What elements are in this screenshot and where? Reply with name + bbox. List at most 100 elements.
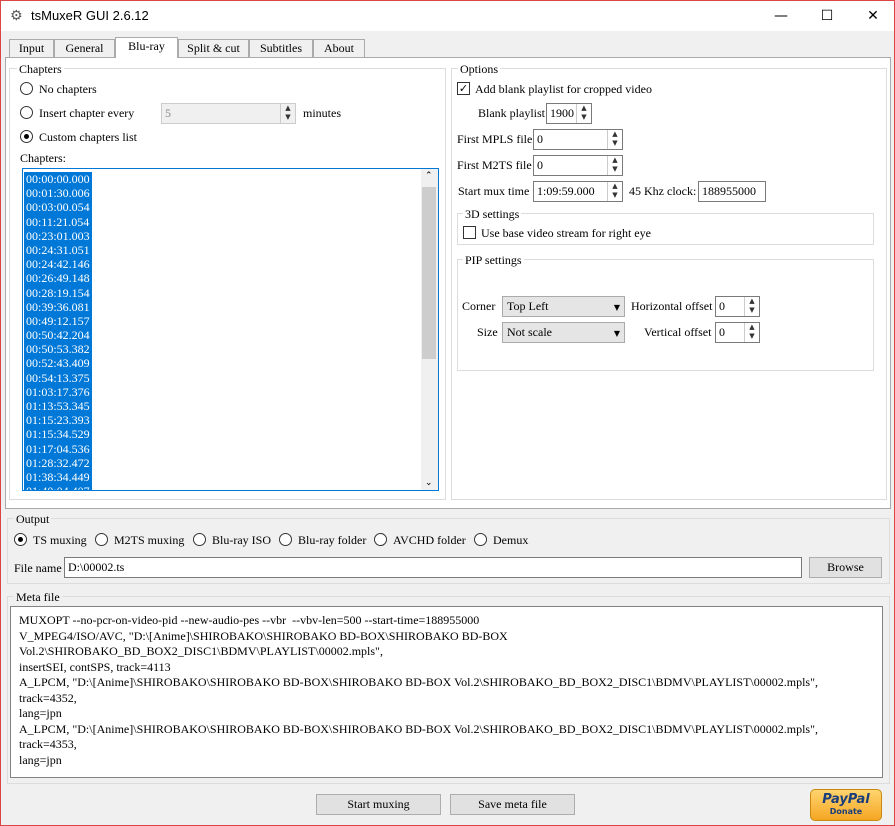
maximize-button[interactable]: ☐ bbox=[804, 1, 850, 31]
tab-blu-ray[interactable]: Blu-ray bbox=[115, 37, 178, 58]
insert-every-value: 5 bbox=[165, 106, 171, 120]
chapters-list-label: Chapters: bbox=[20, 151, 66, 165]
browse-button[interactable]: Browse bbox=[809, 557, 882, 578]
3d-settings-label: 3D settings bbox=[463, 207, 522, 222]
corner-value: Top Left bbox=[507, 299, 549, 313]
base-video-checkbox[interactable] bbox=[463, 226, 476, 239]
insert-every-radio[interactable] bbox=[20, 106, 33, 119]
output-mode-label: Blu-ray ISO bbox=[212, 533, 271, 547]
chapter-item[interactable]: 01:17:04.536 bbox=[24, 441, 92, 456]
size-label: Size bbox=[477, 325, 498, 339]
chapter-item[interactable]: 01:03:17.376 bbox=[24, 384, 92, 399]
start-mux-label: Start mux time bbox=[458, 184, 530, 198]
tab-general[interactable]: General bbox=[54, 39, 115, 57]
chapters-list[interactable]: 00:00:00.000 00:01:30.006 00:03:00.054 00:1… bbox=[22, 168, 439, 491]
paypal-logo: PayPal bbox=[822, 792, 870, 807]
spin-arrows-icon[interactable]: ▲ ▼ bbox=[607, 156, 622, 175]
chapter-item[interactable]: 00:24:42.146 bbox=[24, 257, 92, 272]
start-mux-stepper[interactable]: 1:09:59.000 ▲ ▼ bbox=[533, 181, 623, 202]
chapter-item[interactable]: 00:54:13.375 bbox=[24, 370, 92, 385]
options-group-label: Options bbox=[458, 62, 501, 77]
output-mode-label: Blu-ray folder bbox=[298, 533, 367, 547]
spin-arrows-icon[interactable]: ▲ ▼ bbox=[744, 297, 759, 316]
close-button[interactable]: ✕ bbox=[850, 1, 895, 31]
scroll-up-icon[interactable]: ⌃ bbox=[425, 171, 433, 181]
first-m2ts-label: First M2TS file bbox=[457, 158, 532, 172]
chapter-item[interactable]: 00:24:31.051 bbox=[24, 242, 92, 258]
chapter-item[interactable]: 00:49:12.157 bbox=[24, 313, 92, 329]
chevron-down-icon: ▼ bbox=[613, 303, 620, 312]
corner-select[interactable]: Top Left ▼ bbox=[502, 296, 625, 317]
chapter-item[interactable]: 00:52:43.409 bbox=[24, 356, 92, 371]
insert-every-label: Insert chapter every bbox=[39, 106, 135, 120]
minutes-label: minutes bbox=[303, 106, 341, 120]
chapter-item[interactable]: 01:15:23.393 bbox=[24, 413, 92, 428]
blank-playlist-label: Blank playlist bbox=[478, 106, 545, 120]
output-mode-radio[interactable] bbox=[14, 533, 27, 546]
chapter-item[interactable]: 00:39:36.081 bbox=[24, 299, 92, 314]
file-name-label: File name bbox=[14, 561, 62, 575]
spin-arrows-icon[interactable]: ▲ ▼ bbox=[280, 104, 295, 123]
chapter-item[interactable]: 00:01:30.006 bbox=[24, 186, 92, 201]
horizontal-offset-stepper[interactable]: 0 ▲ ▼ bbox=[715, 296, 760, 317]
minimize-button[interactable]: — bbox=[758, 1, 804, 31]
tab-input[interactable]: Input bbox=[9, 39, 54, 57]
chapter-item[interactable]: 00:50:42.204 bbox=[24, 328, 92, 343]
chapter-item[interactable]: 01:15:34.529 bbox=[24, 427, 92, 442]
horizontal-offset-value: 0 bbox=[719, 299, 725, 313]
output-mode-label: M2TS muxing bbox=[114, 533, 185, 547]
output-mode-radio[interactable] bbox=[95, 533, 108, 546]
add-blank-checkbox[interactable]: ✓ bbox=[457, 82, 470, 95]
blank-playlist-stepper[interactable]: 1900 ▲ ▼ bbox=[546, 103, 592, 124]
chapter-item[interactable]: 01:28:32.472 bbox=[24, 455, 92, 470]
clock-field[interactable]: 188955000 bbox=[698, 181, 766, 202]
spin-arrows-icon[interactable]: ▲ ▼ bbox=[744, 323, 759, 342]
tab-about[interactable]: About bbox=[313, 39, 365, 57]
start-muxing-button[interactable]: Start muxing bbox=[316, 794, 441, 815]
chapter-item[interactable]: 00:23:01.003 bbox=[24, 228, 92, 243]
chapter-item[interactable]: 01:13:53.345 bbox=[24, 399, 92, 414]
tab-split-cut[interactable]: Split & cut bbox=[178, 39, 249, 57]
chapter-item[interactable]: 00:26:49.148 bbox=[24, 271, 92, 286]
output-mode-radio[interactable] bbox=[374, 533, 387, 546]
output-mode-radio[interactable] bbox=[474, 533, 487, 546]
no-chapters-label: No chapters bbox=[39, 82, 97, 96]
paypal-donate-button[interactable]: PayPal Donate bbox=[810, 789, 882, 821]
output-group-label: Output bbox=[14, 512, 52, 527]
first-mpls-stepper[interactable]: 0 ▲ ▼ bbox=[533, 129, 623, 150]
size-select[interactable]: Not scale ▼ bbox=[502, 322, 625, 343]
spin-arrows-icon[interactable]: ▲ ▼ bbox=[576, 104, 591, 123]
no-chapters-radio[interactable] bbox=[20, 82, 33, 95]
file-name-input[interactable]: D:\00002.ts bbox=[64, 557, 802, 578]
meta-file-group-label: Meta file bbox=[14, 590, 62, 605]
output-mode-radio[interactable] bbox=[279, 533, 292, 546]
chapter-item[interactable]: 01:40:04.407 bbox=[24, 484, 92, 490]
donate-label: Donate bbox=[829, 807, 863, 816]
chapter-item[interactable]: 00:50:53.382 bbox=[24, 342, 92, 357]
insert-every-stepper[interactable]: 5 ▲ ▼ bbox=[161, 103, 296, 124]
chapter-item[interactable]: 01:38:34.449 bbox=[24, 469, 92, 485]
clock-label: 45 Khz clock: bbox=[629, 184, 697, 198]
chapter-item[interactable]: 00:03:00.054 bbox=[24, 200, 92, 215]
chapter-item[interactable]: 00:00:00.000 bbox=[24, 172, 92, 187]
vertical-offset-stepper[interactable]: 0 ▲ ▼ bbox=[715, 322, 760, 343]
scroll-thumb[interactable] bbox=[422, 187, 436, 359]
scroll-down-icon[interactable]: ⌄ bbox=[425, 478, 433, 488]
spin-arrows-icon[interactable]: ▲ ▼ bbox=[607, 130, 622, 149]
first-mpls-label: First MPLS file bbox=[457, 132, 533, 146]
first-m2ts-value: 0 bbox=[537, 158, 543, 172]
output-mode-radio[interactable] bbox=[193, 533, 206, 546]
horizontal-offset-label: Horizontal offset bbox=[631, 299, 713, 313]
clock-value: 188955000 bbox=[702, 184, 756, 198]
custom-chapters-radio[interactable] bbox=[20, 130, 33, 143]
custom-chapters-label: Custom chapters list bbox=[39, 130, 137, 144]
start-mux-value: 1:09:59.000 bbox=[537, 184, 595, 198]
tab-subtitles[interactable]: Subtitles bbox=[249, 39, 313, 57]
chapter-item[interactable]: 00:28:19.154 bbox=[24, 285, 92, 300]
chapter-item[interactable]: 00:11:21.054 bbox=[24, 214, 92, 229]
chapters-scrollbar[interactable]: ⌃ ⌄ bbox=[421, 169, 438, 490]
meta-file-textarea[interactable]: MUXOPT --no-pcr-on-video-pid --new-audio… bbox=[10, 606, 883, 778]
first-m2ts-stepper[interactable]: 0 ▲ ▼ bbox=[533, 155, 623, 176]
spin-arrows-icon[interactable]: ▲ ▼ bbox=[607, 182, 622, 201]
save-meta-file-button[interactable]: Save meta file bbox=[450, 794, 575, 815]
